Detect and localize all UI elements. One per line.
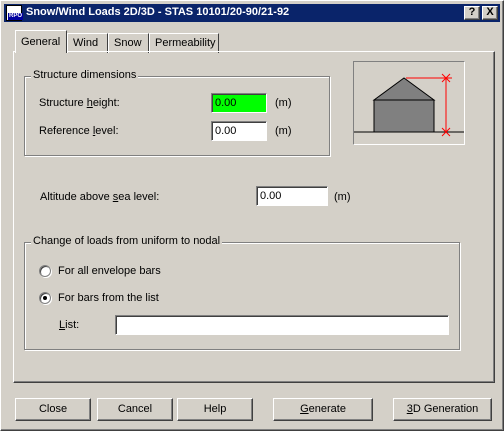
- reference-level-unit: (m): [275, 125, 292, 137]
- structure-dimensions-title: Structure dimensions: [31, 69, 139, 81]
- option-all-envelope-label[interactable]: For all envelope bars: [58, 265, 161, 277]
- tab-snow[interactable]: Snow: [108, 33, 149, 53]
- tab-permeability-label: Permeability: [155, 37, 216, 49]
- tab-wind-label: Wind: [73, 37, 99, 49]
- radio-all-envelope-bars[interactable]: [39, 265, 51, 277]
- structure-height-label: Structure height:: [39, 97, 120, 109]
- option-bars-list-label[interactable]: For bars from the list: [58, 292, 159, 304]
- altitude-label: Altitude above sea level:: [40, 191, 160, 203]
- title-bar[interactable]: Snow/Wind Loads 2D/3D - STAS 10101/20-90…: [4, 4, 500, 22]
- reference-level-label: Reference level:: [39, 125, 119, 137]
- help-title-button[interactable]: ?: [464, 6, 480, 20]
- tab-wind[interactable]: Wind: [67, 33, 108, 53]
- close-button[interactable]: Close: [15, 398, 91, 421]
- structure-height-unit: (m): [275, 97, 292, 109]
- window-title: Snow/Wind Loads 2D/3D - STAS 10101/20-90…: [26, 6, 290, 18]
- radio-selected-dot: [43, 296, 47, 300]
- close-title-button[interactable]: X: [482, 6, 498, 20]
- reference-level-input[interactable]: 0.00: [211, 121, 267, 141]
- tab-permeability[interactable]: Permeability: [149, 33, 219, 53]
- structure-dimensions-group: Structure dimensions Structure height: 0…: [24, 69, 330, 156]
- load-change-title: Change of loads from uniform to nodal: [31, 235, 223, 247]
- altitude-unit: (m): [334, 191, 351, 203]
- load-change-group: Change of loads from uniform to nodal Fo…: [24, 235, 460, 350]
- tab-general-label: General: [21, 36, 61, 48]
- robot-app-icon: [6, 5, 24, 21]
- altitude-input[interactable]: 0.00: [256, 186, 328, 206]
- generate-button[interactable]: Generate: [273, 398, 373, 421]
- radio-bars-from-list[interactable]: [39, 292, 51, 304]
- help-button[interactable]: Help: [177, 398, 253, 421]
- list-label: List:: [59, 319, 80, 331]
- structure-height-input[interactable]: 0.00: [211, 93, 267, 113]
- tab-general[interactable]: General: [15, 30, 67, 53]
- cancel-button[interactable]: Cancel: [97, 398, 173, 421]
- tab-snow-label: Snow: [114, 37, 142, 49]
- dialog-window: Snow/Wind Loads 2D/3D - STAS 10101/20-90…: [0, 0, 504, 431]
- tab-panel-general: Structure dimensions Structure height: 0…: [13, 51, 495, 383]
- 3d-generation-button[interactable]: 3D Generation: [393, 398, 492, 421]
- bar-list-input[interactable]: [115, 315, 449, 335]
